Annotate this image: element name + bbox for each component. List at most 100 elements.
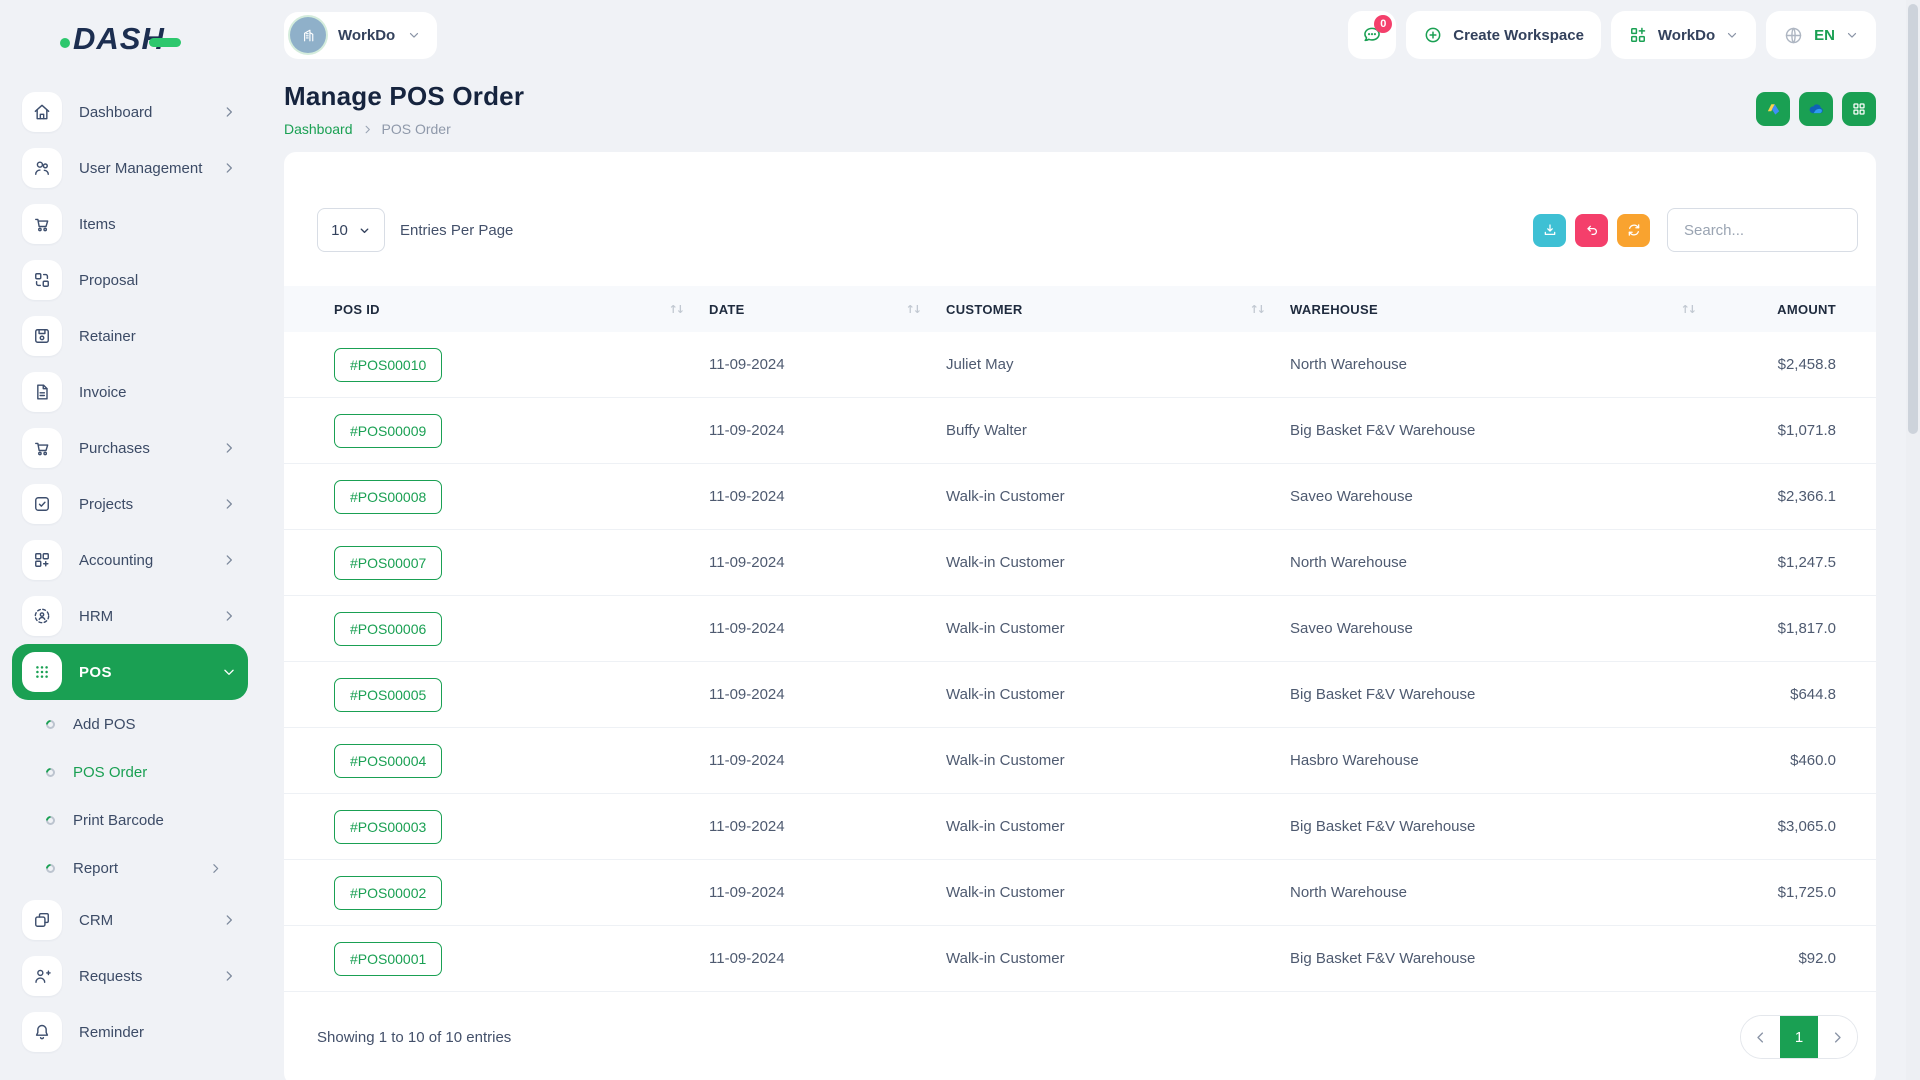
chevron-right-icon — [222, 913, 236, 927]
pos-id-badge[interactable]: #POS00004 — [334, 744, 442, 778]
chevron-right-icon — [209, 862, 222, 875]
bell-icon — [22, 1012, 62, 1052]
download-icon — [1542, 222, 1558, 238]
sidebar-item-pos[interactable]: POS — [12, 644, 248, 700]
sidebar-subitem-pos-order[interactable]: POS Order — [12, 748, 248, 796]
google-drive-button[interactable] — [1756, 92, 1790, 126]
pos-id-badge[interactable]: #POS00007 — [334, 546, 442, 580]
column-label: POS ID — [334, 302, 380, 317]
pos-id-badge[interactable]: #POS00006 — [334, 612, 442, 646]
breadcrumb-dashboard-link[interactable]: Dashboard — [284, 121, 353, 137]
onedrive-button[interactable] — [1799, 92, 1833, 126]
sidebar-item-items[interactable]: Items — [12, 196, 248, 252]
sort-icon[interactable]: ↑↓ — [1681, 303, 1695, 316]
cell-warehouse: North Warehouse — [1290, 884, 1721, 901]
scrollbar[interactable] — [1906, 0, 1920, 1080]
pos-order-card: 10 Entries Per Page POS ID — [284, 152, 1876, 1080]
sidebar-item-label: POS — [79, 664, 112, 681]
sort-icon[interactable]: ↑↓ — [1250, 303, 1264, 316]
cell-customer: Walk-in Customer — [946, 620, 1290, 637]
bullet-icon — [44, 718, 57, 731]
app-logo[interactable]: DASH — [12, 16, 248, 62]
cell-date: 11-09-2024 — [709, 884, 946, 901]
workspace-selector[interactable]: WorkDo — [284, 12, 437, 59]
person-focus-icon — [22, 596, 62, 636]
scrollbar-thumb[interactable] — [1908, 4, 1918, 434]
cell-customer: Juliet May — [946, 356, 1290, 373]
pos-id-badge[interactable]: #POS00008 — [334, 480, 442, 514]
sidebar-subitem-add-pos[interactable]: Add POS — [12, 700, 248, 748]
sidebar-item-projects[interactable]: Projects — [12, 476, 248, 532]
pos-id-badge[interactable]: #POS00009 — [334, 414, 442, 448]
sidebar-item-dashboard[interactable]: Dashboard — [12, 84, 248, 140]
main-content: WorkDo 0 Create Workspace WorkDo — [260, 0, 1920, 1080]
column-label: AMOUNT — [1777, 302, 1836, 317]
entries-per-page-select[interactable]: 10 — [317, 208, 385, 252]
chevron-right-icon — [222, 441, 236, 455]
sidebar-item-reminder[interactable]: Reminder — [12, 1004, 248, 1060]
language-code: EN — [1814, 27, 1835, 44]
grid-view-button[interactable] — [1842, 92, 1876, 126]
sort-icon[interactable]: ↑↓ — [906, 303, 920, 316]
chevron-down-icon — [358, 224, 371, 237]
column-header-customer[interactable]: CUSTOMER ↑↓ — [946, 302, 1290, 317]
reset-button[interactable] — [1575, 214, 1608, 247]
refresh-button[interactable] — [1617, 214, 1650, 247]
sidebar-subitem-label: POS Order — [73, 764, 147, 781]
sidebar-item-label: Retainer — [79, 328, 136, 345]
sidebar-item-crm[interactable]: CRM — [12, 892, 248, 948]
logo-dot — [60, 38, 70, 48]
pagination-prev-button[interactable] — [1741, 1016, 1780, 1058]
google-drive-icon — [1765, 101, 1782, 118]
onedrive-icon — [1807, 100, 1826, 119]
create-workspace-button[interactable]: Create Workspace — [1406, 11, 1601, 59]
sidebar-item-invoice[interactable]: Invoice — [12, 364, 248, 420]
sidebar-nav: Dashboard User Management Items Proposal… — [12, 84, 248, 1060]
sidebar-item-purchases[interactable]: Purchases — [12, 420, 248, 476]
workdo-apps-menu[interactable]: WorkDo — [1611, 11, 1756, 59]
column-header-date[interactable]: DATE ↑↓ — [709, 302, 946, 317]
cell-amount: $3,065.0 — [1721, 818, 1836, 835]
pos-id-badge[interactable]: #POS00005 — [334, 678, 442, 712]
sidebar-item-requests[interactable]: Requests — [12, 948, 248, 1004]
pos-id-badge[interactable]: #POS00010 — [334, 348, 442, 382]
pos-id-badge[interactable]: #POS00001 — [334, 942, 442, 976]
cart-icon — [22, 204, 62, 244]
grid-add-icon — [1628, 25, 1648, 45]
cell-date: 11-09-2024 — [709, 950, 946, 967]
sidebar-item-accounting[interactable]: Accounting — [12, 532, 248, 588]
search-input[interactable] — [1667, 208, 1858, 252]
column-header-warehouse[interactable]: WAREHOUSE ↑↓ — [1290, 302, 1721, 317]
sort-icon[interactable]: ↑↓ — [669, 303, 683, 316]
language-selector[interactable]: EN — [1766, 11, 1876, 59]
pagination-next-button[interactable] — [1818, 1016, 1857, 1058]
pagination-page-current[interactable]: 1 — [1780, 1016, 1818, 1058]
cell-date: 11-09-2024 — [709, 356, 946, 373]
messages-button[interactable]: 0 — [1348, 11, 1396, 59]
cell-customer: Walk-in Customer — [946, 554, 1290, 571]
cell-warehouse: North Warehouse — [1290, 356, 1721, 373]
cell-date: 11-09-2024 — [709, 488, 946, 505]
sidebar-item-retainer[interactable]: Retainer — [12, 308, 248, 364]
cell-warehouse: Saveo Warehouse — [1290, 488, 1721, 505]
sidebar-item-user-management[interactable]: User Management — [12, 140, 248, 196]
export-button[interactable] — [1533, 214, 1566, 247]
table-toolbar: 10 Entries Per Page — [284, 152, 1876, 252]
sidebar-subitem-print-barcode[interactable]: Print Barcode — [12, 796, 248, 844]
table-row: #POS00003 11-09-2024 Walk-in Customer Bi… — [284, 794, 1876, 860]
column-header-pos-id[interactable]: POS ID ↑↓ — [334, 302, 709, 317]
sidebar-subitem-report[interactable]: Report — [12, 844, 248, 892]
sidebar-item-hrm[interactable]: HRM — [12, 588, 248, 644]
dots-grid-icon — [22, 652, 62, 692]
column-label: CUSTOMER — [946, 302, 1023, 317]
grid-icon — [1851, 101, 1867, 117]
sidebar-subitem-label: Report — [73, 860, 118, 877]
cell-customer: Buffy Walter — [946, 422, 1290, 439]
pos-id-badge[interactable]: #POS00002 — [334, 876, 442, 910]
entries-per-page-label: Entries Per Page — [400, 222, 513, 239]
undo-icon — [1584, 222, 1600, 238]
column-header-amount[interactable]: AMOUNT — [1721, 302, 1836, 317]
pos-id-badge[interactable]: #POS00003 — [334, 810, 442, 844]
cell-amount: $644.8 — [1721, 686, 1836, 703]
sidebar-item-proposal[interactable]: Proposal — [12, 252, 248, 308]
